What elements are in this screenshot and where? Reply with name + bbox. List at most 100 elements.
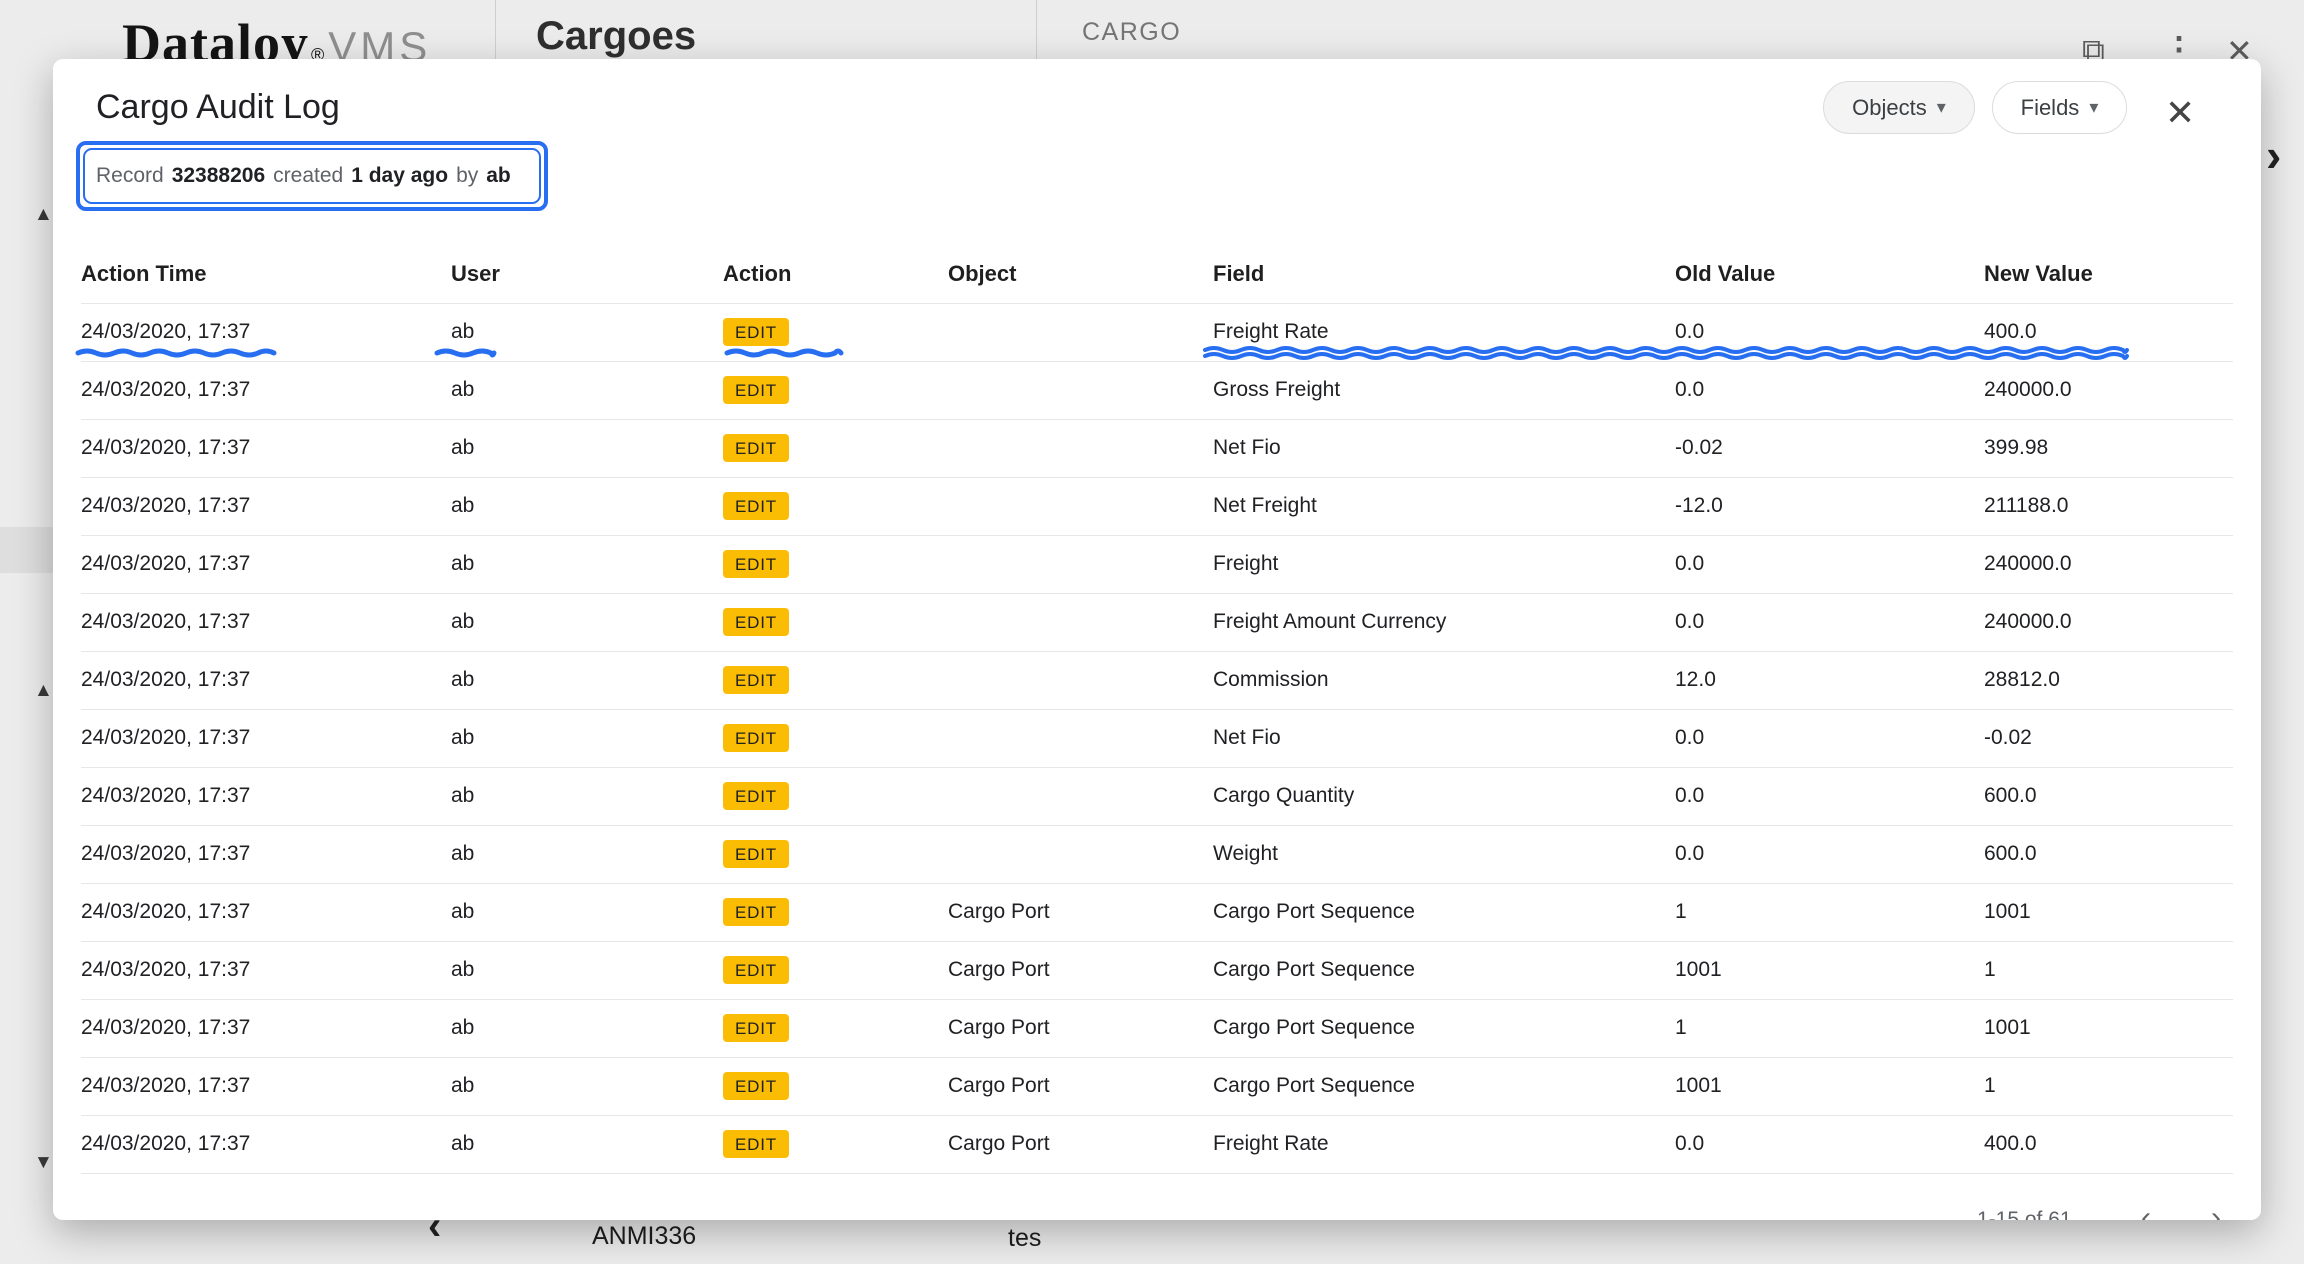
cell-action-time: 24/03/2020, 17:37 (81, 999, 451, 1057)
dialog-close-icon[interactable]: ✕ (2165, 95, 2195, 131)
cell-new-value: 1 (1984, 1057, 2233, 1115)
fields-button-label: Fields (2021, 95, 2080, 121)
cell-action: EDIT (723, 999, 948, 1057)
cell-old-value: 1001 (1675, 941, 1984, 999)
record-created-banner: Record 32388206 created 1 day ago by ab (78, 143, 531, 209)
cell-user: ab (451, 651, 723, 709)
cell-object (948, 361, 1213, 419)
edit-action-badge: EDIT (723, 956, 789, 984)
cell-action-time: 24/03/2020, 17:37 (81, 303, 451, 361)
cell-new-value: 211188.0 (1984, 477, 2233, 535)
cell-old-value: 0.0 (1675, 303, 1984, 361)
cell-action: EDIT (723, 767, 948, 825)
dialog-title: Cargo Audit Log (96, 87, 340, 127)
cell-field: Commission (1213, 651, 1675, 709)
cell-object (948, 477, 1213, 535)
cell-object (948, 709, 1213, 767)
table-row: 24/03/2020, 17:37 ab EDIT Net Freight -1… (81, 477, 2233, 535)
header-object: Object (948, 245, 1213, 303)
cell-new-value: -0.02 (1984, 709, 2233, 767)
cell-new-value: 400.0 (1984, 1115, 2233, 1173)
audit-table-body: 24/03/2020, 17:37 ab EDIT Freight Rate 0… (81, 303, 2233, 1173)
cell-action-time: 24/03/2020, 17:37 (81, 1057, 451, 1115)
cell-new-value: 600.0 (1984, 825, 2233, 883)
cell-object (948, 651, 1213, 709)
cell-old-value: -12.0 (1675, 477, 1984, 535)
objects-button-label: Objects (1852, 95, 1927, 121)
cell-new-value: 240000.0 (1984, 361, 2233, 419)
cell-field: Freight Amount Currency (1213, 593, 1675, 651)
cell-user: ab (451, 1057, 723, 1115)
cargo-panel-title: CARGO (1082, 18, 1181, 47)
edit-action-badge: EDIT (723, 434, 789, 462)
table-row: 24/03/2020, 17:37 ab EDIT Freight 0.0 24… (81, 535, 2233, 593)
cell-old-value: 0.0 (1675, 535, 1984, 593)
cell-user: ab (451, 941, 723, 999)
cell-user: ab (451, 593, 723, 651)
record-user: ab (486, 164, 511, 188)
cell-field: Net Freight (1213, 477, 1675, 535)
cell-action-time: 24/03/2020, 17:37 (81, 767, 451, 825)
table-header-row: Action Time User Action Object Field Old… (81, 245, 2233, 303)
cell-user: ab (451, 767, 723, 825)
panel-divider (495, 0, 496, 59)
cell-old-value: 0.0 (1675, 709, 1984, 767)
cell-object (948, 303, 1213, 361)
scroll-up-icon[interactable]: ▲ (34, 204, 53, 226)
cell-action-time: 24/03/2020, 17:37 (81, 477, 451, 535)
objects-dropdown-button[interactable]: Objects ▾ (1823, 81, 1975, 134)
pagination-range-label: 1-15 of 61 (1977, 1208, 2072, 1220)
table-row: 24/03/2020, 17:37 ab EDIT Cargo Port Car… (81, 999, 2233, 1057)
cell-field: Freight (1213, 535, 1675, 593)
cell-user: ab (451, 999, 723, 1057)
cell-field: Cargo Port Sequence (1213, 941, 1675, 999)
table-row: 24/03/2020, 17:37 ab EDIT Cargo Quantity… (81, 767, 2233, 825)
cell-object: Cargo Port (948, 941, 1213, 999)
scroll-down-icon[interactable]: ▼ (34, 1152, 53, 1174)
cell-old-value: 0.0 (1675, 825, 1984, 883)
edit-action-badge: EDIT (723, 1072, 789, 1100)
cell-field: Cargo Port Sequence (1213, 999, 1675, 1057)
cell-field: Weight (1213, 825, 1675, 883)
cell-field: Net Fio (1213, 419, 1675, 477)
chevron-down-icon: ▾ (2089, 97, 2098, 118)
cell-object: Cargo Port (948, 1115, 1213, 1173)
cell-action: EDIT (723, 941, 948, 999)
cell-action: EDIT (723, 361, 948, 419)
table-row: 24/03/2020, 17:37 ab EDIT Weight 0.0 600… (81, 825, 2233, 883)
cell-user: ab (451, 361, 723, 419)
cell-action-time: 24/03/2020, 17:37 (81, 535, 451, 593)
by-word: by (456, 164, 478, 188)
edit-action-badge: EDIT (723, 608, 789, 636)
cell-user: ab (451, 709, 723, 767)
expand-right-chevron-icon[interactable]: › (2266, 128, 2281, 182)
fields-dropdown-button[interactable]: Fields ▾ (1992, 81, 2127, 134)
panel-divider (1036, 0, 1037, 59)
cell-new-value: 1001 (1984, 883, 2233, 941)
pagination-prev-icon[interactable]: ‹ (2141, 1201, 2151, 1220)
cell-user: ab (451, 477, 723, 535)
cell-user: ab (451, 419, 723, 477)
cell-action-time: 24/03/2020, 17:37 (81, 1115, 451, 1173)
header-new-value: New Value (1984, 245, 2233, 303)
header-old-value: Old Value (1675, 245, 1984, 303)
cell-object: Cargo Port (948, 1057, 1213, 1115)
cell-action: EDIT (723, 303, 948, 361)
cell-field: Freight Rate (1213, 1115, 1675, 1173)
cell-new-value: 600.0 (1984, 767, 2233, 825)
scroll-up-icon[interactable]: ▲ (34, 680, 53, 702)
record-word: Record (96, 164, 164, 188)
cell-action-time: 24/03/2020, 17:37 (81, 825, 451, 883)
audit-log-table: Action Time User Action Object Field Old… (81, 245, 2233, 1174)
edit-action-badge: EDIT (723, 550, 789, 578)
cell-action: EDIT (723, 419, 948, 477)
table-row: 24/03/2020, 17:37 ab EDIT Gross Freight … (81, 361, 2233, 419)
pagination-next-icon[interactable]: › (2211, 1201, 2221, 1220)
table-row: 24/03/2020, 17:37 ab EDIT Net Fio -0.02 … (81, 419, 2233, 477)
header-user: User (451, 245, 723, 303)
table-row: 24/03/2020, 17:37 ab EDIT Cargo Port Fre… (81, 1115, 2233, 1173)
cell-action: EDIT (723, 709, 948, 767)
cell-action-time: 24/03/2020, 17:37 (81, 593, 451, 651)
table-row: 24/03/2020, 17:37 ab EDIT Commission 12.… (81, 651, 2233, 709)
cell-action: EDIT (723, 651, 948, 709)
